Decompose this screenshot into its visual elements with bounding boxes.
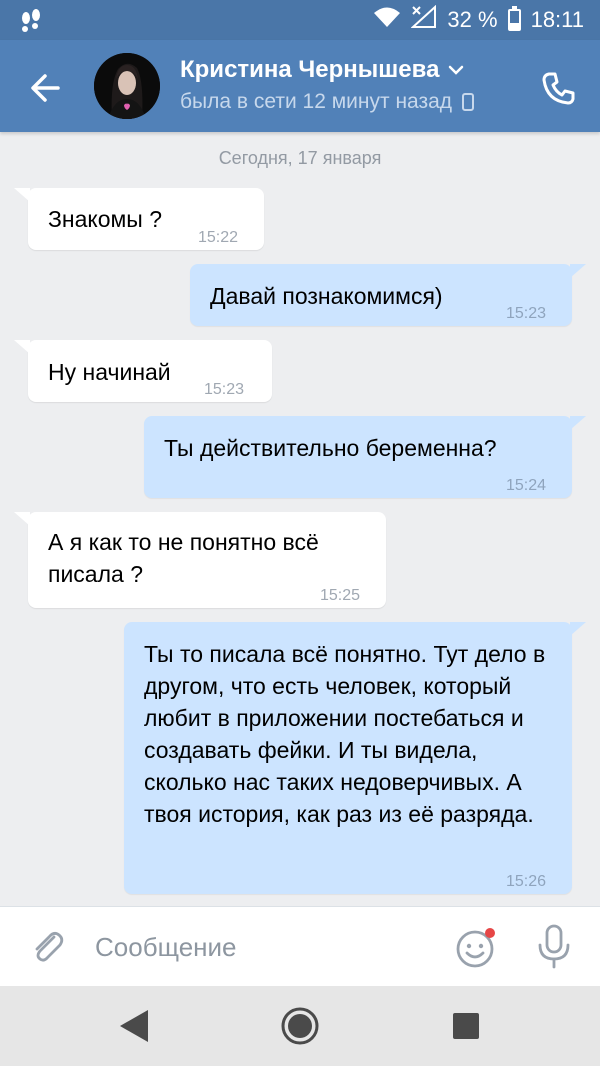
battery-icon — [507, 6, 521, 31]
microphone-icon — [538, 924, 570, 969]
battery-level — [509, 23, 519, 29]
message-text: Ты действительно беременна? — [164, 435, 497, 461]
nav-recents-button[interactable] — [452, 1012, 480, 1045]
message-input-bar — [0, 906, 600, 986]
mobile-icon — [462, 93, 475, 111]
message-text: Ты то писала всё понятно. Тут дело в дру… — [144, 641, 546, 827]
emoji-icon — [456, 928, 495, 968]
nav-home-icon — [281, 1007, 319, 1045]
nav-recents-icon — [453, 1013, 479, 1039]
last-seen-text: была в сети 12 минут назад — [180, 90, 453, 113]
message-bubble-outgoing[interactable]: Ты действительно беременна? 15:24 — [144, 416, 586, 498]
message-time: 15:23 — [506, 305, 547, 322]
signal-icon — [410, 4, 437, 35]
battery-percent: 32 % — [447, 7, 498, 32]
emoji-button[interactable] — [454, 925, 498, 969]
message-time: 15:25 — [320, 587, 361, 604]
date-separator: Сегодня, 17 января — [218, 148, 382, 168]
chat-header: Кристина Чернышева была в сети 12 минут … — [0, 40, 600, 132]
message-bubble-incoming[interactable]: А я как то не понятно всё писала ? 15:25 — [14, 512, 386, 608]
message-bubble-outgoing[interactable]: Давай познакомимся) 15:23 — [190, 264, 586, 326]
arrow-left-icon — [31, 74, 60, 102]
clock: 18:11 — [530, 7, 584, 32]
call-button[interactable] — [538, 68, 578, 108]
message-bubble-incoming[interactable]: Ну начинай 15:23 — [14, 340, 272, 402]
unread-dot-icon — [485, 928, 495, 938]
notification-icon — [18, 8, 44, 39]
contact-name[interactable]: Кристина Чернышева — [180, 56, 465, 84]
nav-back-icon — [120, 1010, 148, 1042]
chevron-down-icon — [449, 65, 464, 75]
message-time: 15:22 — [198, 229, 239, 246]
message-bubble-outgoing[interactable]: Ты то писала всё понятно. Тут дело в дру… — [124, 622, 586, 894]
contact-name-label: Кристина Чернышева — [180, 56, 440, 83]
message-time: 15:26 — [506, 873, 547, 890]
wifi-icon — [373, 6, 401, 34]
message-time: 15:24 — [506, 477, 547, 494]
attach-button[interactable] — [28, 927, 68, 967]
message-time: 15:23 — [204, 381, 245, 398]
avatar[interactable] — [94, 53, 160, 119]
paperclip-icon — [35, 932, 64, 962]
voice-message-button[interactable] — [534, 923, 574, 969]
nav-home-button[interactable] — [280, 1006, 320, 1051]
message-bubble-incoming[interactable]: Знакомы ? 15:22 — [14, 188, 264, 250]
phone-icon — [542, 72, 575, 105]
back-button[interactable] — [24, 66, 68, 110]
system-nav-bar — [0, 986, 600, 1066]
status-bar: 32 % 18:11 — [0, 0, 600, 40]
message-input[interactable] — [95, 925, 425, 969]
last-seen-status: была в сети 12 минут назад — [180, 90, 475, 114]
nav-back-button[interactable] — [118, 1008, 150, 1049]
